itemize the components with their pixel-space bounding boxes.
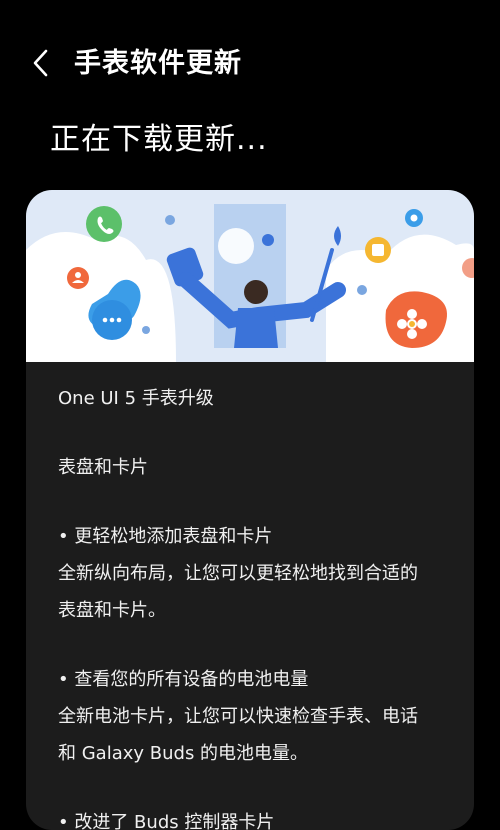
- sun-face-illustration: [218, 228, 254, 264]
- back-button[interactable]: [26, 46, 56, 80]
- release-notes-title: One UI 5 手表升级: [58, 388, 214, 409]
- update-illustration-banner: [26, 190, 474, 362]
- bullet-2-text-cont: 和 Galaxy Buds 的电池电量。: [58, 743, 309, 764]
- square-icon: [365, 237, 391, 263]
- update-details-card: One UI 5 手表升级 表盘和卡片 • 更轻松地添加表盘和卡片 全新纵向布局…: [26, 190, 474, 830]
- bullet-3-heading: • 改进了 Buds 控制器卡片: [58, 812, 275, 830]
- bullet-1-text-cont: 表盘和卡片。: [58, 600, 166, 621]
- app-header: 手表软件更新: [0, 0, 500, 120]
- bullet-2-heading: • 查看您的所有设备的电池电量: [58, 669, 309, 690]
- bullet-1-text: 全新纵向布局，让您可以更轻松地找到合适的: [58, 563, 418, 584]
- bullet-1-heading: • 更轻松地添加表盘和卡片: [58, 526, 273, 547]
- person-icon: [67, 267, 89, 289]
- download-status-heading: 正在下载更新...: [50, 122, 268, 157]
- phone-icon: [86, 206, 122, 242]
- release-notes: One UI 5 手表升级 表盘和卡片 • 更轻松地添加表盘和卡片 全新纵向布局…: [58, 380, 458, 830]
- chevron-left-icon: [33, 49, 48, 77]
- gear-icon: [405, 209, 423, 227]
- page-title: 手表软件更新: [74, 48, 242, 79]
- bullet-2-text: 全新电池卡片，让您可以快速检查手表、电话: [58, 706, 418, 727]
- release-notes-section: 表盘和卡片: [58, 457, 148, 478]
